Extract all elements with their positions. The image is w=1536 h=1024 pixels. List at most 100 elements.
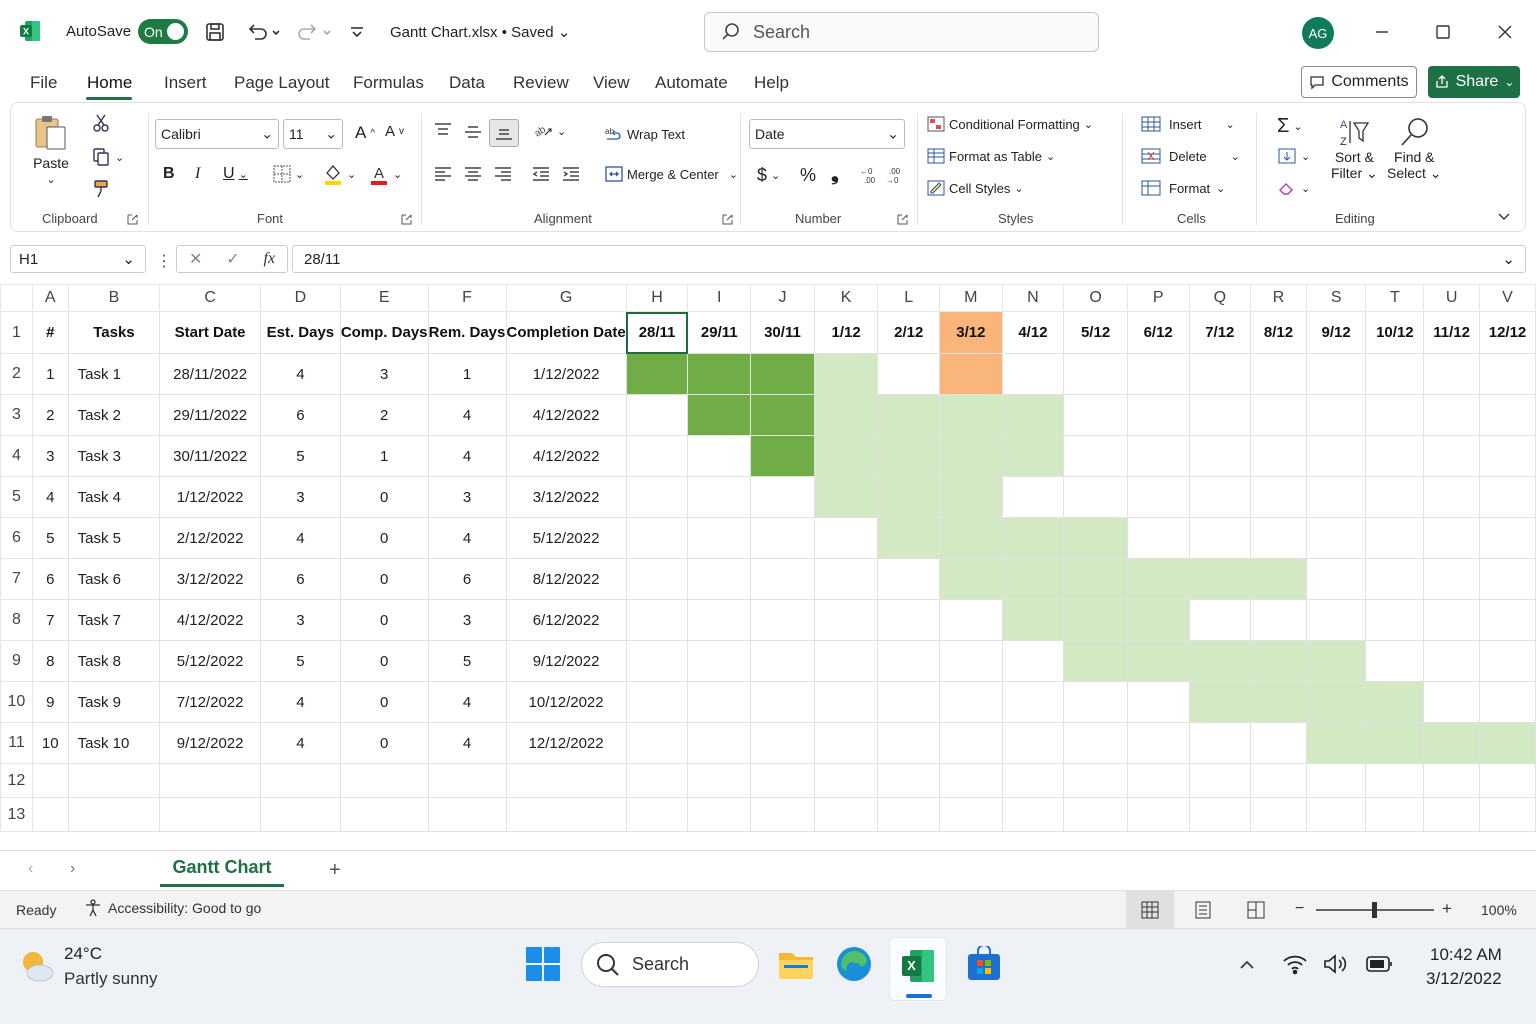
date-header-cell[interactable]: 29/11 [687,311,752,354]
gantt-cell[interactable] [1305,353,1367,395]
ribbon-collapse-icon[interactable] [1497,209,1511,223]
task-start-cell[interactable]: 3/12/2022 [159,558,261,600]
gantt-cell[interactable] [1001,558,1065,600]
gantt-cell[interactable] [877,394,941,436]
empty-cell[interactable] [1126,763,1190,798]
gantt-cell[interactable] [1188,353,1252,395]
task-num-cell[interactable]: 9 [31,681,69,723]
delete-cells-button[interactable]: Delete ⌄ [1141,147,1240,165]
format-as-table-button[interactable]: Format as Table ⌄ [927,147,1055,165]
task-name-cell[interactable]: Task 4 [67,476,161,518]
empty-cell[interactable] [1188,763,1252,798]
redo-icon[interactable] [296,20,336,44]
date-header-cell[interactable]: 5/12 [1063,311,1128,354]
gantt-cell[interactable] [1250,353,1307,395]
gantt-cell[interactable] [1423,640,1481,682]
gantt-cell[interactable] [939,435,1003,477]
gantt-cell[interactable] [687,435,752,477]
task-comp-cell[interactable]: 0 [339,599,429,641]
date-header-cell[interactable]: 9/12 [1305,311,1367,354]
gantt-cell[interactable] [625,353,689,395]
column-header-u[interactable]: U [1423,284,1481,312]
task-name-cell[interactable]: Task 7 [67,599,161,641]
empty-cell[interactable] [67,797,161,832]
microsoft-store-icon[interactable] [966,946,1002,982]
task-name-cell[interactable]: Task 9 [67,681,161,723]
normal-view-icon[interactable] [1126,891,1174,929]
row-header[interactable]: 13 [0,797,33,832]
sheet-tab-gantt-chart[interactable]: Gantt Chart [160,851,284,887]
empty-cell[interactable] [1001,763,1065,798]
gantt-cell[interactable] [1188,558,1252,600]
empty-cell[interactable] [31,797,69,832]
row-header[interactable]: 3 [0,394,33,436]
empty-cell[interactable] [877,763,941,798]
header-cell[interactable]: Rem. Days [427,311,507,354]
gantt-cell[interactable] [1305,517,1367,559]
gantt-cell[interactable] [1479,681,1536,723]
gantt-cell[interactable] [1001,476,1065,518]
task-comp-cell[interactable]: 0 [339,722,429,764]
empty-cell[interactable] [939,763,1003,798]
gantt-cell[interactable] [877,476,941,518]
empty-cell[interactable] [31,763,69,798]
task-num-cell[interactable]: 1 [31,353,69,395]
decrease-indent-icon[interactable] [531,165,551,183]
row-header[interactable]: 6 [0,517,33,559]
formula-input[interactable]: 28/11 ⌄ [292,245,1526,273]
task-est-cell[interactable]: 6 [259,558,341,600]
task-num-cell[interactable]: 4 [31,476,69,518]
column-header-k[interactable]: K [813,284,879,312]
date-header-cell[interactable]: 1/12 [813,311,879,354]
gantt-cell[interactable] [877,558,941,600]
gantt-cell[interactable] [1188,681,1252,723]
gantt-cell[interactable] [1126,476,1190,518]
gantt-cell[interactable] [1250,681,1307,723]
number-format-select[interactable]: Date ⌄ [749,119,905,149]
align-center-icon[interactable] [463,165,483,183]
gantt-cell[interactable] [687,517,752,559]
gantt-cell[interactable] [1479,476,1536,518]
paste-button[interactable]: Paste ⌄ [33,113,69,186]
task-est-cell[interactable]: 3 [259,599,341,641]
gantt-cell[interactable] [1126,558,1190,600]
zoom-in-icon[interactable]: + [1442,899,1452,919]
task-num-cell[interactable]: 6 [31,558,69,600]
gantt-cell[interactable] [1188,722,1252,764]
column-header-o[interactable]: O [1063,284,1128,312]
find-select-button[interactable]: Find & Select ⌄ [1387,115,1442,182]
column-header-v[interactable]: V [1479,284,1536,312]
gantt-cell[interactable] [939,517,1003,559]
task-start-cell[interactable]: 29/11/2022 [159,394,261,436]
gantt-cell[interactable] [1423,394,1481,436]
task-name-cell[interactable]: Task 3 [67,435,161,477]
underline-button[interactable]: U ⌄ [223,165,248,183]
currency-icon[interactable]: $ ⌄ [757,165,780,186]
empty-cell[interactable] [1365,763,1425,798]
column-header-j[interactable]: J [750,284,815,312]
gantt-cell[interactable] [1250,558,1307,600]
cancel-entry-icon[interactable]: ✕ [189,249,202,269]
tab-help[interactable]: Help [754,73,789,93]
gantt-cell[interactable] [1479,722,1536,764]
gantt-cell[interactable] [1063,681,1128,723]
row-header[interactable]: 10 [0,681,33,723]
align-right-icon[interactable] [493,165,513,183]
gantt-cell[interactable] [1250,599,1307,641]
format-painter-icon[interactable] [91,179,111,199]
task-comp-cell[interactable]: 0 [339,640,429,682]
task-start-cell[interactable]: 5/12/2022 [159,640,261,682]
gantt-cell[interactable] [1365,476,1425,518]
date-header-cell[interactable]: 7/12 [1188,311,1252,354]
gantt-cell[interactable] [1423,722,1481,764]
battery-icon[interactable] [1366,955,1394,973]
empty-cell[interactable] [687,797,752,832]
gantt-cell[interactable] [1001,640,1065,682]
column-header-f[interactable]: F [427,284,507,312]
gantt-cell[interactable] [1250,640,1307,682]
maximize-icon[interactable] [1431,20,1455,44]
gantt-cell[interactable] [687,640,752,682]
empty-cell[interactable] [67,763,161,798]
empty-cell[interactable] [259,797,341,832]
task-end-cell[interactable]: 4/12/2022 [505,394,627,436]
